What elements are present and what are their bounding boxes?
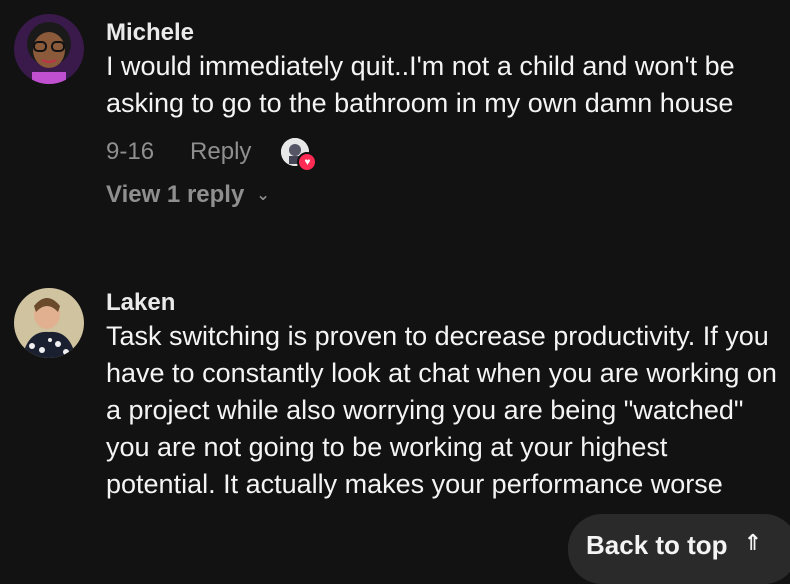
comment-date: 9-16 [106,138,155,165]
reply-button[interactable]: Reply [190,138,251,166]
creator-liked-avatar-icon: ♥ [281,138,318,172]
comment-text: Task switching is proven to decrease pro… [106,321,777,499]
double-chevron-up-icon: ⇑ [743,530,763,555]
chevron-down-icon: ⌄ [256,187,270,204]
view-replies-button[interactable]: View 1 reply ⌄ [106,178,778,212]
back-to-top-label: Back to top [586,530,728,560]
back-to-top-button[interactable]: Back to top ⇑ [568,514,790,584]
view-replies-label: View 1 reply [106,181,245,208]
avatar-laken[interactable] [14,288,84,358]
heart-icon: ♥ [297,152,318,172]
comment-author[interactable]: Laken [106,288,778,318]
avatar-michele[interactable] [14,14,84,84]
comment-meta: 9-16 Reply ♥ [106,132,778,172]
comment-author[interactable]: Michele [106,18,778,48]
comment-text: I would immediately quit..I'm not a chil… [106,51,735,118]
